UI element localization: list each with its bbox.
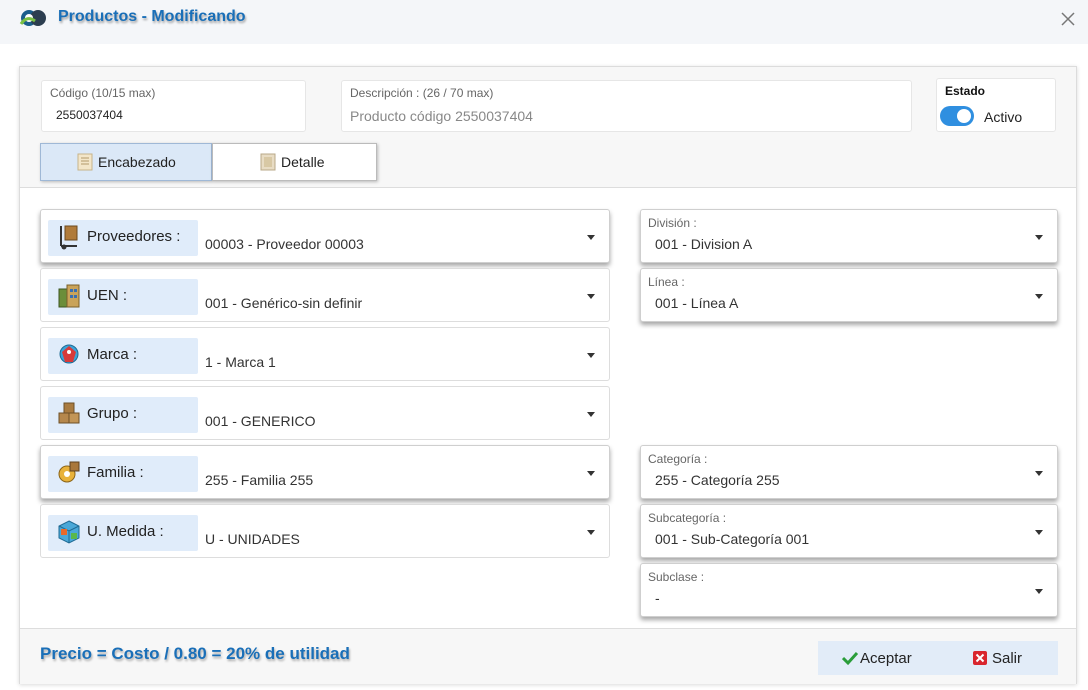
accept-button[interactable]: Aceptar	[840, 641, 940, 675]
estado-toggle[interactable]	[940, 106, 974, 126]
categoria-value: 255 - Categoría 255	[655, 472, 780, 488]
chevron-down-icon[interactable]	[587, 471, 595, 476]
grupo-label: Grupo :	[87, 405, 138, 422]
codigo-label: Código (10/15 max)	[50, 86, 156, 100]
tab-encabezado[interactable]: Encabezado	[40, 143, 212, 181]
action-buttons: Aceptar Salir	[818, 641, 1058, 675]
exit-button-label: Salir	[992, 650, 1023, 667]
footer-section: Precio = Costo / 0.80 = 20% de utilidad …	[20, 628, 1076, 684]
tab-detalle[interactable]: Detalle	[212, 143, 377, 181]
chevron-down-icon[interactable]	[1035, 530, 1043, 535]
familia-value: 255 - Familia 255	[205, 472, 314, 488]
chevron-down-icon[interactable]	[1035, 589, 1043, 594]
gear-box-icon	[58, 461, 80, 483]
unidad-medida-label-box: U. Medida :	[48, 515, 198, 551]
descripcion-field[interactable]: Descripción : (26 / 70 max) Producto cód…	[341, 80, 912, 132]
subcategoria-value: 001 - Sub-Categoría 001	[655, 531, 810, 547]
header-section: Código (10/15 max) 2550037404 Descripció…	[20, 67, 1076, 188]
marca-select[interactable]: Marca : 1 - Marca 1	[40, 327, 610, 381]
tag-globe-icon	[59, 344, 79, 364]
app-logo-icon	[19, 10, 46, 26]
exit-button[interactable]: Salir	[970, 641, 1050, 675]
tab-encabezado-label: Encabezado	[98, 154, 176, 170]
subcategoria-label: Subcategoría :	[648, 511, 727, 525]
chevron-down-icon[interactable]	[1035, 294, 1043, 299]
hand-truck-icon	[60, 225, 78, 250]
linea-label: Línea :	[648, 275, 685, 289]
familia-label-box: Familia :	[48, 456, 198, 492]
subclase-value: -	[655, 590, 660, 606]
window-title: Productos - Modificando	[58, 8, 246, 25]
codigo-field[interactable]: Código (10/15 max) 2550037404	[41, 80, 306, 132]
estado-toggle-label: Activo	[984, 109, 1023, 125]
product-form-panel: Código (10/15 max) 2550037404 Descripció…	[19, 66, 1077, 684]
descripcion-label: Descripción : (26 / 70 max)	[350, 86, 494, 100]
estado-label: Estado	[945, 84, 986, 98]
subcategoria-select[interactable]: Subcategoría : 001 - Sub-Categoría 001	[640, 504, 1058, 558]
division-label: División :	[648, 216, 697, 230]
cube-icon	[58, 520, 80, 544]
accept-button-label: Aceptar	[860, 650, 912, 667]
uen-value: 001 - Genérico-sin definir	[205, 295, 363, 311]
linea-select[interactable]: Línea : 001 - Línea A	[640, 268, 1058, 322]
subclase-label: Subclase :	[648, 570, 705, 584]
division-value: 001 - Division A	[655, 236, 753, 252]
chevron-down-icon[interactable]	[1035, 235, 1043, 240]
chevron-down-icon[interactable]	[587, 235, 595, 240]
proveedores-value: 00003 - Proveedor 00003	[205, 236, 364, 252]
chevron-down-icon[interactable]	[587, 412, 595, 417]
unidad-medida-select[interactable]: U. Medida : U - UNIDADES	[40, 504, 610, 558]
familia-label: Familia :	[87, 464, 144, 481]
familia-select[interactable]: Familia : 255 - Familia 255	[40, 445, 610, 499]
chevron-down-icon[interactable]	[587, 294, 595, 299]
proveedores-select[interactable]: Proveedores : 00003 - Proveedor 00003	[40, 209, 610, 263]
checkmark-icon	[842, 651, 858, 666]
proveedores-label: Proveedores :	[87, 228, 181, 245]
linea-value: 001 - Línea A	[655, 295, 739, 311]
codigo-value[interactable]: 2550037404	[56, 108, 123, 122]
grupo-select[interactable]: Grupo : 001 - GENERICO	[40, 386, 610, 440]
chevron-down-icon[interactable]	[587, 530, 595, 535]
marca-value: 1 - Marca 1	[205, 354, 276, 370]
boxes-icon	[58, 402, 80, 424]
grupo-label-box: Grupo :	[48, 397, 198, 433]
uen-label-box: UEN :	[48, 279, 198, 315]
chevron-down-icon[interactable]	[1035, 471, 1043, 476]
title-bar: Productos - Modificando	[0, 0, 1088, 44]
categoria-select[interactable]: Categoría : 255 - Categoría 255	[640, 445, 1058, 499]
uen-label: UEN :	[87, 287, 128, 304]
document-icon	[260, 153, 276, 171]
marca-label-box: Marca :	[48, 338, 198, 374]
categoria-label: Categoría :	[648, 452, 708, 466]
chevron-down-icon[interactable]	[587, 353, 595, 358]
unidad-medida-label: U. Medida :	[87, 523, 164, 540]
document-icon	[77, 153, 93, 171]
descripcion-placeholder[interactable]: Producto código 2550037404	[350, 108, 533, 124]
close-icon[interactable]	[1058, 9, 1078, 29]
uen-select[interactable]: UEN : 001 - Genérico-sin definir	[40, 268, 610, 322]
grupo-value: 001 - GENERICO	[205, 413, 316, 429]
building-icon	[58, 284, 80, 308]
subclase-select[interactable]: Subclase : -	[640, 563, 1058, 617]
estado-field: Estado Activo	[936, 78, 1056, 132]
close-box-icon	[973, 651, 987, 665]
proveedores-label-box: Proveedores :	[48, 220, 198, 256]
unidad-medida-value: U - UNIDADES	[205, 531, 300, 547]
pricing-formula: Precio = Costo / 0.80 = 20% de utilidad	[40, 644, 350, 663]
marca-label: Marca :	[87, 346, 138, 363]
tab-detalle-label: Detalle	[281, 154, 325, 170]
division-select[interactable]: División : 001 - Division A	[640, 209, 1058, 263]
